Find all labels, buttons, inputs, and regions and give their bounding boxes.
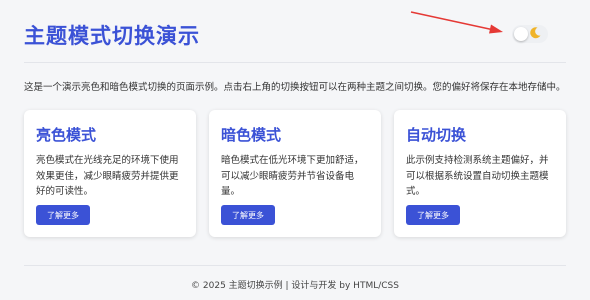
card-title: 自动切换 [406, 126, 467, 144]
learn-more-button[interactable]: 了解更多 [36, 205, 90, 225]
card-auto-switch: 自动切换 此示例支持检测系统主题偏好，并可以根据系统设置自动切换主题模式。 了解… [394, 110, 566, 237]
card-text: 此示例支持检测系统主题偏好，并可以根据系统设置自动切换主题模式。 [406, 155, 549, 197]
toggle-knob[interactable] [514, 27, 528, 41]
learn-more-button[interactable]: 了解更多 [221, 205, 275, 225]
moon-icon [530, 27, 541, 39]
footer-divider [24, 265, 566, 266]
card-title: 亮色模式 [36, 126, 97, 144]
card-title: 暗色模式 [221, 126, 282, 144]
page-title: 主题模式切换演示 [24, 24, 200, 48]
footer-text: © 2025 主题切换示例 | 设计与开发 by HTML/CSS [191, 281, 399, 291]
learn-more-button[interactable]: 了解更多 [406, 205, 460, 225]
card-text: 亮色模式在光线充足的环境下使用效果更佳，减少眼睛疲劳并提供更好的可读性。 [36, 155, 179, 197]
card-dark-mode: 暗色模式 暗色模式在低光环境下更加舒适，可以减少眼睛疲劳并节省设备电量。 了解更… [209, 110, 381, 237]
card-text: 暗色模式在低光环境下更加舒适，可以减少眼睛疲劳并节省设备电量。 [221, 155, 364, 197]
page-header: 主题模式切换演示 [24, 0, 566, 63]
intro-text: 这是一个演示亮色和暗色模式切换的页面示例。点击右上角的切换按钮可以在两种主题之间… [24, 82, 566, 93]
card-light-mode: 亮色模式 亮色模式在光线充足的环境下使用效果更佳，减少眼睛疲劳并提供更好的可读性… [24, 110, 196, 237]
